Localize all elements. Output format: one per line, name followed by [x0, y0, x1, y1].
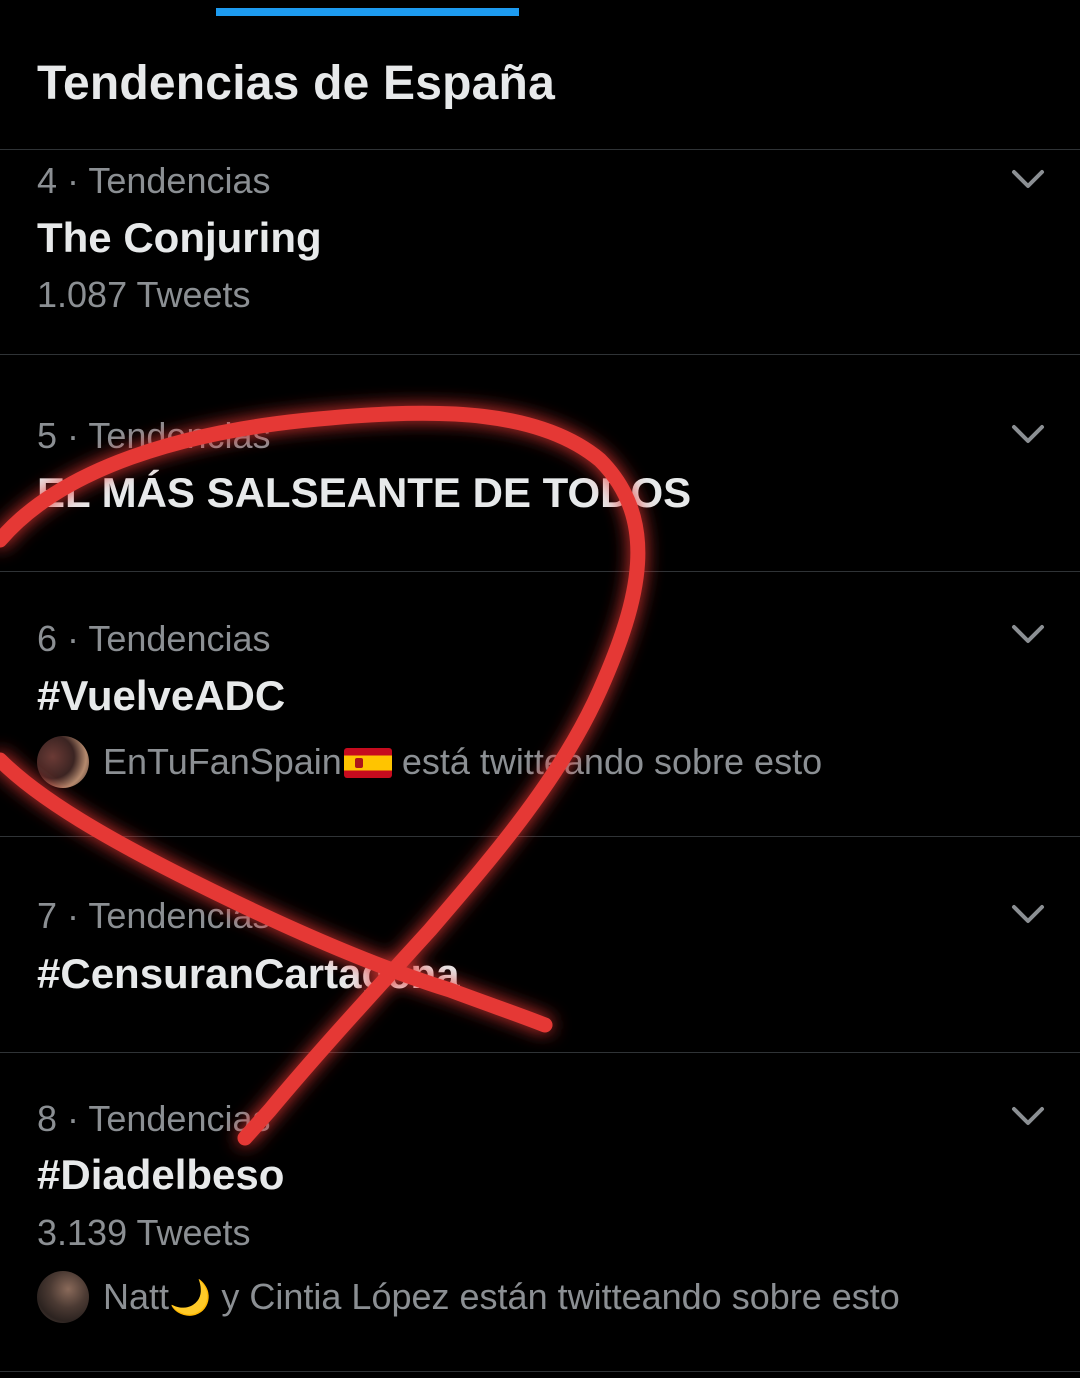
trend-item[interactable]: 6 · Tendencias #VuelveADC EnTuFanSpain es… — [0, 572, 1080, 837]
avatar — [37, 736, 89, 788]
trend-meta: 4 · Tendencias — [37, 160, 271, 201]
tweeting-suffix: y Cintia López están twitteando sobre es… — [221, 1276, 900, 1317]
trend-meta: 5 · Tendencias — [37, 415, 271, 456]
trend-item[interactable]: 7 · Tendencias #CensuranCartagena — [0, 837, 1080, 1053]
tweeting-suffix: está twitteando sobre esto — [401, 741, 823, 782]
trend-title: The Conjuring — [37, 214, 322, 261]
chevron-down-icon[interactable] — [1006, 166, 1050, 194]
trends-header: Tendencias de España — [0, 18, 1080, 150]
avatar — [37, 1271, 89, 1323]
chevron-down-icon[interactable] — [1006, 421, 1050, 449]
tweeting-context: Natt🌙 y Cintia López están twitteando so… — [37, 1269, 900, 1325]
trend-item[interactable]: 4 · Tendencias The Conjuring 1.087 Tweet… — [0, 150, 1080, 355]
trend-meta: 7 · Tendencias — [37, 895, 271, 936]
chevron-down-icon[interactable] — [1006, 1103, 1050, 1131]
trend-meta: 6 · Tendencias — [37, 618, 271, 659]
trend-item[interactable]: 8 · Tendencias #Diadelbeso 3.139 Tweets … — [0, 1053, 1080, 1372]
trend-title: EL MÁS SALSEANTE DE TODOS — [37, 469, 692, 516]
page-title: Tendencias de España — [37, 57, 555, 110]
user-name: Natt — [103, 1276, 170, 1317]
trend-tweet-count: 1.087 Tweets — [37, 274, 251, 315]
trend-meta: 8 · Tendencias — [37, 1098, 271, 1139]
tweeting-context: EnTuFanSpain está twitteando sobre esto — [37, 734, 822, 790]
trend-item[interactable]: 5 · Tendencias EL MÁS SALSEANTE DE TODOS — [0, 355, 1080, 572]
trend-title: #Diadelbeso — [37, 1151, 285, 1198]
spain-flag-icon — [343, 748, 392, 778]
crescent-moon-icon: 🌙 — [169, 1279, 212, 1317]
trend-title: #CensuranCartagena — [37, 950, 460, 997]
trend-title: #VuelveADC — [37, 672, 286, 719]
trend-tweet-count: 3.139 Tweets — [37, 1212, 251, 1253]
chevron-down-icon[interactable] — [1006, 901, 1050, 929]
tweeting-text: Natt🌙 y Cintia López están twitteando so… — [103, 1276, 900, 1318]
active-tab-indicator — [216, 8, 519, 16]
tweeting-text: EnTuFanSpain está twitteando sobre esto — [103, 741, 822, 783]
user-name: EnTuFanSpain — [103, 741, 342, 782]
chevron-down-icon[interactable] — [1006, 621, 1050, 649]
